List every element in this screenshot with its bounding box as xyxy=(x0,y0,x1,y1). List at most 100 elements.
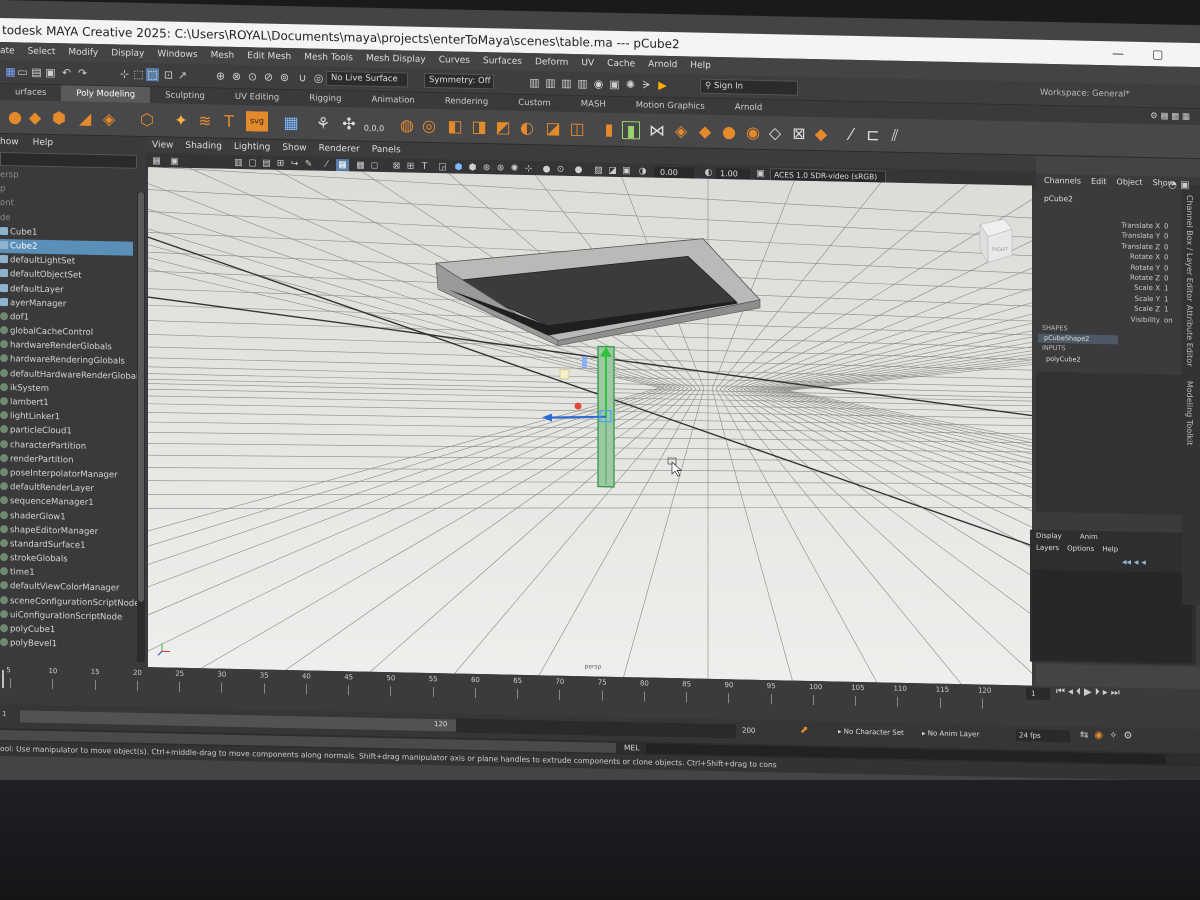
extrude-icon[interactable]: ◪ xyxy=(544,118,562,137)
viewport-menu-shading[interactable]: Shading xyxy=(185,138,222,155)
3d-viewport[interactable]: RIGHT persp xyxy=(148,167,1032,686)
offset-edge-loop-icon[interactable]: ● xyxy=(720,122,738,141)
shelf-tab-poly-modeling[interactable]: Poly Modeling xyxy=(61,85,151,104)
menu-mesh[interactable]: Mesh xyxy=(211,50,235,60)
boolean-difference-icon[interactable]: ◨ xyxy=(470,117,488,136)
range-end-outer[interactable]: 200 xyxy=(742,727,755,735)
range-bar[interactable] xyxy=(20,710,456,732)
magnet-icon[interactable]: ∪ xyxy=(296,71,309,84)
menu-windows[interactable]: Windows xyxy=(157,49,197,60)
separate-icon[interactable]: ✣ xyxy=(340,114,358,133)
sign-in-dropdown[interactable]: ⚲ Sign In xyxy=(700,78,798,96)
attribute-value[interactable]: 0 xyxy=(1164,264,1168,272)
character-set-dropdown[interactable]: ▸ No Character Set xyxy=(838,728,904,737)
anim-layer-dropdown[interactable]: ▸ No Anim Layer xyxy=(922,729,979,738)
layer-menu-options[interactable]: Options xyxy=(1067,544,1094,553)
shelf-tab-arnold[interactable]: Arnold xyxy=(720,99,778,116)
attribute-value[interactable]: 1 xyxy=(1164,306,1168,314)
shelf-tab-custom[interactable]: Custom xyxy=(503,95,566,112)
pick-mask-icon[interactable]: ⊡ xyxy=(162,68,175,81)
side-tab-attribute-editor[interactable]: Attribute Editor xyxy=(1185,305,1194,367)
slide-edge-icon[interactable]: ◇ xyxy=(766,123,784,142)
fill-hole-icon[interactable]: ◐ xyxy=(518,118,536,137)
current-frame-field[interactable]: 1 xyxy=(1026,687,1050,700)
layer-menu-layers[interactable]: Layers xyxy=(1036,544,1059,552)
poly-cylinder-icon[interactable]: ⬢ xyxy=(50,108,68,127)
snap-grid-icon[interactable]: ⊕ xyxy=(214,69,227,83)
maximize-button[interactable]: ▢ xyxy=(1152,42,1163,66)
poly-cube-icon[interactable]: ◆ xyxy=(26,108,44,127)
svg-tool-icon[interactable]: svg xyxy=(246,111,268,132)
side-tab-channel-box[interactable]: Channel Box / Layer Editor xyxy=(1185,195,1194,302)
mirror-icon[interactable]: ◎ xyxy=(420,116,438,135)
channel-object-name[interactable]: pCube2 xyxy=(1044,194,1073,204)
menu-cache[interactable]: Cache xyxy=(607,59,635,70)
center-pivot-icon[interactable]: 0,0,0 xyxy=(362,120,386,139)
append-polygon-icon[interactable]: ▮ xyxy=(622,121,640,140)
sculpt-brush-icon[interactable]: ⁄ xyxy=(842,125,860,144)
manipulator-rotate-handle[interactable] xyxy=(582,356,587,369)
menu-arnold[interactable]: Arnold xyxy=(648,60,677,71)
quad-draw-icon[interactable]: ◉ xyxy=(744,123,762,142)
attribute-value[interactable]: 0 xyxy=(1164,254,1168,262)
range-end-inner[interactable]: 120 xyxy=(434,720,447,728)
menu-deform[interactable]: Deform xyxy=(535,57,568,68)
arnold-render-icon[interactable]: ▶ xyxy=(656,79,669,92)
uv-editor-icon[interactable]: ⊠ xyxy=(790,124,808,143)
view-cube[interactable]: RIGHT xyxy=(979,218,1013,264)
poly-torus-icon[interactable]: ◈ xyxy=(100,109,118,128)
viewport-menu-renderer[interactable]: Renderer xyxy=(319,141,360,158)
bridge-icon[interactable]: ◫ xyxy=(568,119,586,138)
redo-icon[interactable]: ↷ xyxy=(76,67,89,80)
side-tab-modeling-toolkit[interactable]: Modeling Toolkit xyxy=(1185,381,1194,446)
bevel-icon[interactable]: ▮ xyxy=(600,120,618,139)
playblast-icon[interactable]: ᗒ xyxy=(640,78,653,91)
menu-display[interactable]: Display xyxy=(111,48,144,59)
menu-curves[interactable]: Curves xyxy=(439,55,470,66)
channel-menu-object[interactable]: Object xyxy=(1117,175,1143,190)
hypershade-icon[interactable]: ◉ xyxy=(592,77,605,90)
light-editor-icon[interactable]: ✺ xyxy=(624,78,637,91)
menu-mesh-display[interactable]: Mesh Display xyxy=(366,54,426,65)
target-weld-icon[interactable]: ◈ xyxy=(672,121,690,140)
boolean-union-icon[interactable]: ◧ xyxy=(446,116,464,135)
shelf-tab-uv-editing[interactable]: UV Editing xyxy=(220,89,294,107)
layer-new-icons[interactable]: ◂◂ ◂ ◂ xyxy=(1122,558,1146,568)
poly-cone-icon[interactable]: ◢ xyxy=(76,109,94,128)
shelf-tab-rendering[interactable]: Rendering xyxy=(430,93,503,111)
layer-tab-display[interactable]: Display xyxy=(1036,532,1062,541)
symmetry-dropdown[interactable]: Symmetry: Off xyxy=(424,72,494,90)
viewport-menu-show[interactable]: Show xyxy=(282,140,306,157)
layer-tab-anim[interactable]: Anim xyxy=(1080,533,1098,541)
grid-tool-icon[interactable]: ▦ xyxy=(282,113,300,132)
select-component-icon[interactable]: ⬚ xyxy=(146,68,159,82)
range-start-field[interactable]: 1 xyxy=(2,710,6,718)
freeze-transform-icon[interactable]: ⫽ xyxy=(886,126,904,145)
shelf-tab-sculpting[interactable]: Sculpting xyxy=(150,87,220,104)
multi-cut-icon[interactable]: ⋈ xyxy=(648,121,666,140)
current-time-marker[interactable] xyxy=(2,670,4,689)
shape-node[interactable]: pCubeShape2 xyxy=(1038,333,1118,345)
playback-options-icons[interactable]: ⇆◉✧⚙ xyxy=(1080,730,1138,742)
menu-select[interactable]: Select xyxy=(28,47,56,58)
menu-surfaces[interactable]: Surfaces xyxy=(483,56,522,67)
open-scene-icon[interactable]: ▤ xyxy=(30,66,43,79)
shelf-tab-animation[interactable]: Animation xyxy=(356,91,429,109)
pick-mask-arrow-icon[interactable]: ↗ xyxy=(176,69,189,82)
menu-uv[interactable]: UV xyxy=(581,58,594,68)
attribute-value[interactable]: 1 xyxy=(1164,295,1168,303)
manipulator-plane-handle[interactable] xyxy=(559,369,570,380)
snap-curve-icon[interactable]: ⊗ xyxy=(230,70,243,83)
select-hierarchy-icon[interactable]: ⊹ xyxy=(118,67,131,81)
minimize-button[interactable]: — xyxy=(1112,41,1124,65)
attribute-value[interactable]: 0 xyxy=(1164,222,1168,230)
outliner-scrollbar[interactable] xyxy=(137,191,145,663)
fps-dropdown[interactable]: 24 fps xyxy=(1016,729,1070,743)
insert-edge-loop-icon[interactable]: ◆ xyxy=(696,122,714,141)
shelf-tab-rigging[interactable]: Rigging xyxy=(294,90,356,107)
workspace-selector[interactable]: Workspace: General* xyxy=(1040,88,1130,100)
viewport-menu-view[interactable]: View xyxy=(152,137,173,153)
outliner-scroll-thumb[interactable] xyxy=(138,191,144,603)
combine-icon[interactable]: ⚘ xyxy=(314,114,332,133)
boolean-intersect-icon[interactable]: ◩ xyxy=(494,117,512,136)
